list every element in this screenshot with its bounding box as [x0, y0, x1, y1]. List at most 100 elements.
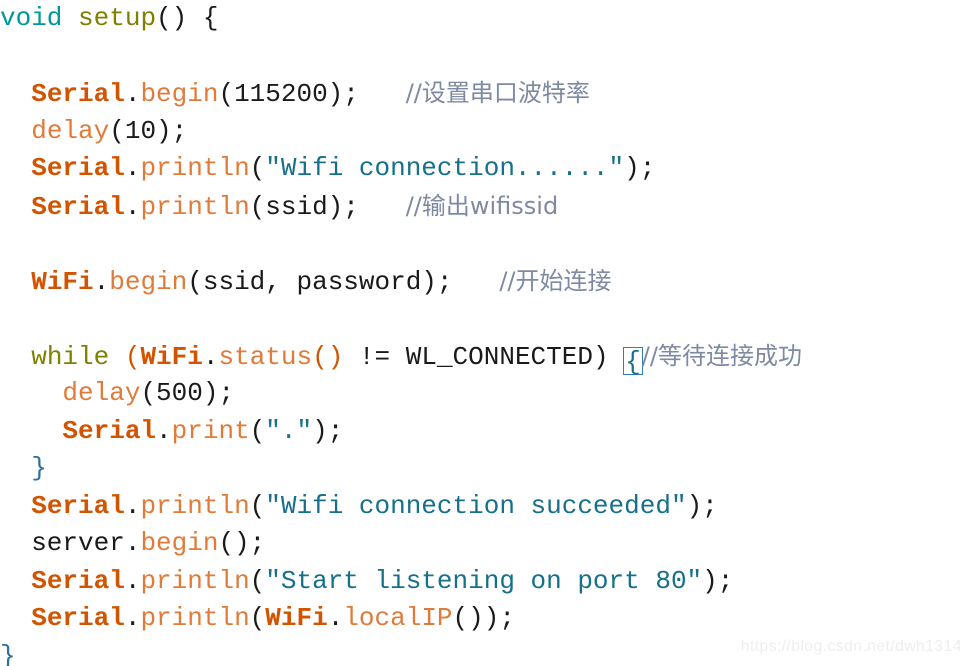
code-line[interactable]: Serial.println(WiFi.localIP());	[0, 600, 974, 638]
code-line[interactable]: Serial.println("Start listening on port …	[0, 563, 974, 601]
code-line[interactable]: Serial.println("Wifi connection succeede…	[0, 488, 974, 526]
code-token-plain: != WL_CONNECTED)	[343, 341, 625, 372]
code-token-function: println	[140, 565, 250, 596]
code-token-plain: server.	[0, 528, 141, 558]
code-token-plain: .	[202, 341, 219, 372]
code-token-plain: (	[249, 415, 266, 446]
code-line[interactable]: }	[0, 450, 974, 488]
code-line[interactable]: WiFi.begin(ssid, password); //开始连接	[0, 263, 974, 301]
code-token-object: WiFi	[265, 603, 328, 633]
code-token-paren-hl: (	[124, 341, 141, 372]
code-token-function: print	[171, 415, 250, 446]
code-token-string: "Wifi connection......"	[265, 153, 625, 183]
code-token-function: delay	[31, 115, 110, 146]
code-line[interactable]: server.begin();	[0, 525, 974, 563]
code-token-plain: .	[124, 490, 141, 521]
code-token-plain: (	[249, 490, 266, 521]
code-token-comment: //开始连接	[499, 266, 612, 295]
code-token-plain: .	[327, 603, 344, 633]
code-line[interactable]: void setup() {	[0, 0, 974, 38]
code-token-object: Serial	[62, 415, 157, 446]
code-token-function: println	[140, 490, 250, 521]
code-token-plain: (	[249, 153, 266, 183]
code-token-plain: ();	[218, 528, 266, 558]
code-line[interactable]: Serial.println(ssid); //输出wifissid	[0, 188, 974, 226]
code-token-plain: () {	[156, 3, 219, 33]
code-line[interactable]: Serial.print(".");	[0, 413, 974, 451]
code-token-brace-blue: }	[31, 453, 47, 483]
code-token-plain: );	[312, 415, 344, 446]
code-token-object: Serial	[31, 565, 125, 596]
code-token-plain: .	[93, 266, 110, 297]
code-token-keyword: setup	[78, 3, 157, 33]
code-token-comment: //设置串口波特率	[405, 79, 590, 107]
code-token-string: "Start listening on port 80"	[265, 565, 703, 596]
code-token-plain: .	[124, 191, 141, 222]
code-token-object: Serial	[31, 153, 125, 183]
code-token-plain: (115200);	[218, 79, 406, 109]
code-line[interactable]	[0, 300, 974, 338]
code-token-brace-blue: }	[0, 640, 16, 666]
code-token-function: status	[218, 341, 313, 372]
code-line[interactable]: delay(10);	[0, 113, 974, 151]
code-token-string: "Wifi connection succeeded"	[265, 490, 687, 521]
code-token-plain: (ssid, password);	[187, 266, 500, 297]
code-line[interactable]	[0, 225, 974, 263]
code-token-plain: .	[124, 565, 141, 596]
code-token-function: delay	[62, 378, 141, 408]
code-token-function: println	[140, 191, 250, 222]
code-token-comment: //等待连接成功	[641, 341, 802, 370]
code-token-function: println	[140, 603, 250, 633]
code-editor-content[interactable]: void setup() { Serial.begin(115200); //设…	[0, 0, 974, 666]
code-token-keyword: while	[31, 341, 110, 372]
code-token-plain: .	[124, 603, 141, 633]
code-line[interactable]: Serial.println("Wifi connection......");	[0, 150, 974, 188]
code-token-plain: .	[124, 153, 141, 183]
code-token-plain: );	[686, 490, 718, 521]
code-token-function: println	[140, 153, 250, 183]
code-token-object: WiFi	[31, 266, 94, 297]
code-token-plain: (	[249, 603, 266, 633]
code-token-paren-hl: ()	[312, 341, 344, 372]
code-token-comment: //输出wifissid	[405, 191, 559, 220]
code-token-plain: (ssid);	[249, 191, 406, 222]
code-token-plain: .	[156, 415, 172, 446]
code-line[interactable]: Serial.begin(115200); //设置串口波特率	[0, 75, 974, 113]
code-token-function: localIP	[343, 603, 453, 633]
code-token-object: Serial	[31, 191, 125, 222]
code-token-function: begin	[140, 528, 219, 558]
code-token-plain: );	[702, 565, 734, 596]
code-token-function: begin	[109, 266, 188, 297]
code-line[interactable]	[0, 38, 974, 76]
code-token-function: begin	[140, 79, 219, 109]
code-line[interactable]: while (WiFi.status() != WL_CONNECTED) {/…	[0, 338, 974, 376]
watermark-text: https://blog.csdn.net/dwh1314	[740, 638, 962, 655]
code-token-object: Serial	[31, 79, 125, 109]
bracket-match-highlight: {	[623, 346, 643, 377]
code-token-object: Serial	[31, 603, 125, 633]
code-token-plain: );	[624, 153, 656, 183]
code-token-plain: (	[249, 565, 266, 596]
code-token-plain: (10);	[109, 115, 188, 146]
code-token-object: WiFi	[140, 341, 203, 372]
code-token-type: void	[0, 3, 63, 33]
code-token-plain: (500);	[140, 378, 235, 408]
code-token-plain: ());	[452, 603, 515, 633]
code-token-object: Serial	[31, 490, 125, 521]
code-token-string: "."	[265, 415, 313, 446]
code-line[interactable]: delay(500);	[0, 375, 974, 413]
